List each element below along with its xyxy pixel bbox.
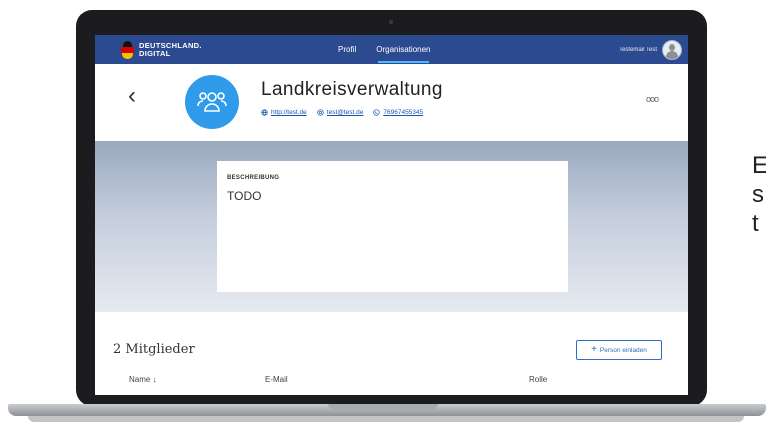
avatar[interactable]	[662, 40, 682, 60]
nav-profil[interactable]: Profil	[338, 35, 356, 64]
invite-label: Person einladen	[599, 346, 647, 354]
phone-text: 76967455345	[383, 109, 424, 116]
camera-dot	[389, 20, 393, 24]
globe-icon	[261, 109, 268, 116]
website-text: http://test.de	[271, 109, 307, 116]
laptop-base-shadow	[28, 416, 744, 422]
description-text: TODO	[227, 189, 262, 203]
side-text-1: E	[752, 152, 766, 179]
back-chevron-icon[interactable]: ‹	[128, 84, 136, 108]
org-header: ‹ Landkreisverwaltung http://test.de tes…	[95, 64, 688, 141]
phone-link[interactable]: 76967455345	[373, 109, 423, 116]
members-section: 2 Mitglieder + Person einladen Name ↓ E-…	[95, 312, 688, 395]
column-header-name[interactable]: Name ↓	[129, 375, 157, 384]
more-dots-icon[interactable]: ooo	[646, 94, 659, 104]
members-title: 2 Mitglieder	[113, 342, 195, 357]
column-header-role[interactable]: Rolle	[529, 375, 547, 384]
description-label: BESCHREIBUNG	[227, 175, 280, 181]
side-text-3: t	[752, 210, 759, 237]
phone-icon	[373, 109, 381, 116]
side-text-2: s	[752, 181, 764, 208]
description-card: BESCHREIBUNG TODO	[217, 161, 568, 292]
user-name: Testemail Test	[619, 47, 657, 53]
app-screen: DEUTSCHLAND. DIGITAL Profil Organisation…	[95, 35, 688, 395]
email-text: test@test.de	[326, 109, 364, 116]
nav-organisationen[interactable]: Organisationen	[376, 35, 431, 64]
description-band: BESCHREIBUNG TODO	[95, 141, 688, 312]
user-menu[interactable]: Testemail Test	[619, 40, 682, 60]
at-icon	[317, 109, 324, 116]
column-header-email[interactable]: E-Mail	[265, 375, 288, 384]
logo-text-line2: DIGITAL	[139, 49, 171, 58]
website-link[interactable]: http://test.de	[261, 109, 307, 116]
group-icon	[185, 75, 239, 129]
laptop-base-notch	[328, 404, 438, 410]
page-title: Landkreisverwaltung	[261, 79, 443, 100]
flag-logo-icon	[121, 41, 134, 59]
top-navigation: DEUTSCHLAND. DIGITAL Profil Organisation…	[95, 35, 688, 64]
invite-person-button[interactable]: + Person einladen	[576, 340, 662, 360]
email-link[interactable]: test@test.de	[317, 109, 364, 116]
plus-icon: +	[591, 344, 597, 355]
logo[interactable]: DEUTSCHLAND. DIGITAL	[121, 41, 202, 59]
